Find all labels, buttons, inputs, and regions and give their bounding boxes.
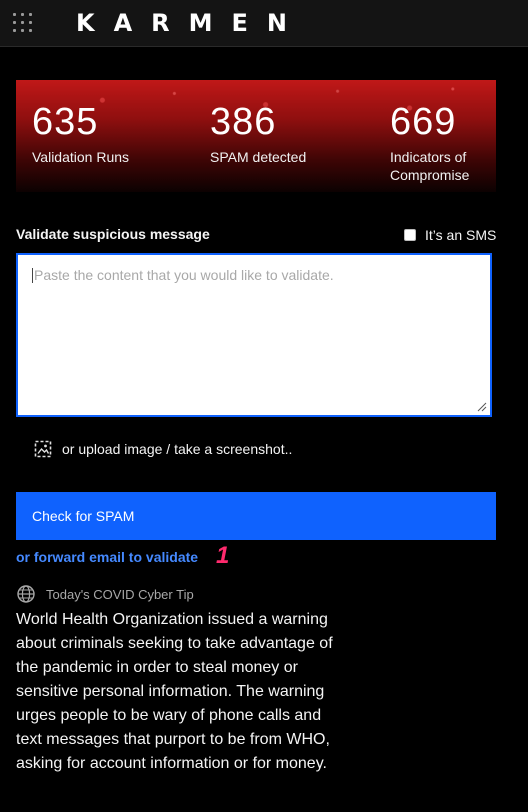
message-textarea[interactable]: Paste the content that you would like to…	[16, 253, 492, 417]
sms-toggle[interactable]: It’s an SMS	[404, 226, 496, 244]
tip-header: Today's COVID Cyber Tip	[16, 584, 194, 604]
stat-spam-detected: 386 SPAM detected	[210, 100, 330, 166]
sms-checkbox-label[interactable]: It’s an SMS	[425, 227, 496, 243]
forward-email-link[interactable]: or forward email to validate	[16, 549, 198, 565]
stat-label: Indicators of Compromise	[390, 149, 470, 183]
stat-label: Validation Runs	[32, 149, 130, 165]
app-grid-icon[interactable]	[13, 13, 33, 33]
stat-indicators-of-compromise: 669 Indicators of Compromise	[390, 100, 490, 184]
message-field-label: Validate suspicious message	[16, 226, 210, 242]
globe-icon	[17, 585, 35, 603]
stat-value: 669	[390, 101, 457, 143]
top-bar: KARMEN	[0, 0, 528, 47]
step-badge: 1	[216, 542, 230, 569]
check-spam-button[interactable]: Check for SPAM	[16, 492, 496, 540]
stat-label: SPAM detected	[210, 149, 307, 165]
app-logo[interactable]: KARMEN	[76, 9, 306, 37]
tip-heading: Today's COVID Cyber Tip	[46, 586, 194, 602]
image-upload-icon	[34, 440, 52, 458]
stat-validation-runs: 635 Validation Runs	[32, 100, 152, 166]
stat-value: 635	[32, 101, 99, 143]
stats-banner: 635 Validation Runs 386 SPAM detected 66…	[16, 80, 496, 192]
resize-handle-icon[interactable]	[477, 402, 487, 412]
upload-image-label[interactable]: or upload image / take a screenshot..	[62, 441, 292, 457]
tip-body-text: World Health Organization issued a warni…	[16, 611, 333, 772]
textarea-placeholder: Paste the content that you would like to…	[34, 267, 334, 283]
text-caret	[32, 268, 33, 283]
upload-image-link[interactable]: or upload image / take a screenshot..	[34, 440, 292, 458]
sms-checkbox[interactable]	[404, 229, 416, 241]
page: KARMEN 635 Validation Runs 386 SPAM dete…	[0, 0, 528, 812]
stat-value: 386	[210, 101, 277, 143]
